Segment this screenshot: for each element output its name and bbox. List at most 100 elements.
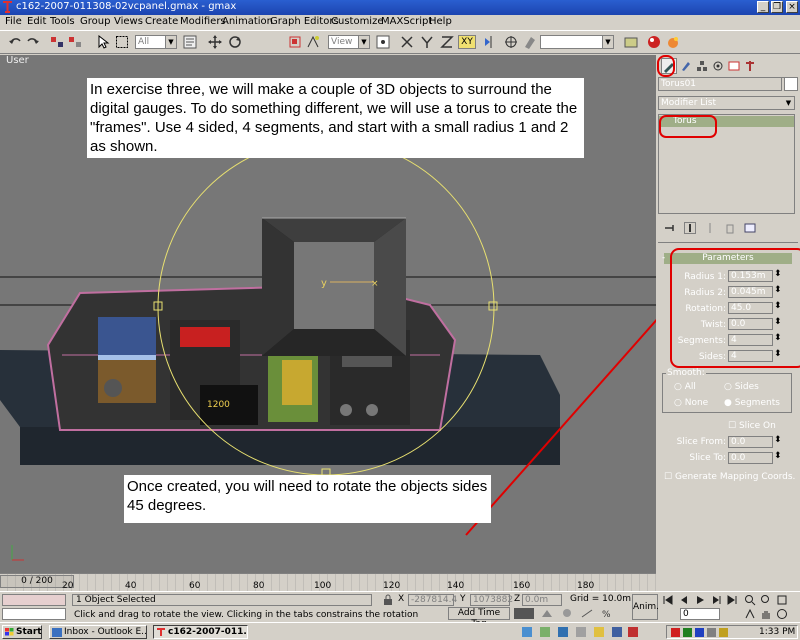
restore-button[interactable]: ❐ <box>771 1 783 13</box>
menu-views[interactable]: Views <box>114 16 143 27</box>
menu-maxscript[interactable]: MAXScript <box>381 16 432 27</box>
zoom-icon[interactable] <box>744 594 756 606</box>
z-coord-field[interactable]: 0.0m <box>522 594 562 606</box>
utilities-tab-icon[interactable] <box>744 60 756 72</box>
menu-edit[interactable]: Edit <box>27 16 46 27</box>
generate-mapping-checkbox[interactable]: ☐ Generate Mapping Coords. <box>664 472 795 482</box>
taskbar-item-gmax[interactable]: c162-2007-011... <box>153 625 248 639</box>
zoom-all-icon[interactable] <box>760 594 772 606</box>
goto-end-icon[interactable] <box>726 594 738 606</box>
tray-icon-5[interactable] <box>594 627 604 637</box>
menu-group[interactable]: Group <box>80 16 110 27</box>
close-button[interactable]: × <box>786 1 798 13</box>
maxscript-listener-input[interactable] <box>2 608 66 620</box>
rollout-collapse-icon[interactable]: - <box>662 253 665 263</box>
tray-icon-misc[interactable] <box>719 628 728 637</box>
tray-icon-alert[interactable] <box>671 628 680 637</box>
pin-stack-icon[interactable] <box>664 222 676 234</box>
modifier-list-dropdown[interactable]: Modifier List ▼ <box>658 96 795 110</box>
lock-selection-icon[interactable] <box>382 594 394 606</box>
tray-icon-7[interactable] <box>628 627 638 637</box>
smooth-sides-radio[interactable]: ○ Sides <box>724 382 759 392</box>
menu-graph-editors[interactable]: Graph Editors <box>270 16 339 27</box>
menu-file[interactable]: File <box>5 16 22 27</box>
rectangular-selection-icon[interactable] <box>115 35 129 49</box>
render-scene-icon[interactable] <box>647 35 661 49</box>
field-of-view-icon[interactable] <box>744 608 756 620</box>
configure-modifier-sets-icon[interactable] <box>744 222 756 234</box>
y-coord-field[interactable]: 1073882 <box>470 594 513 606</box>
start-button[interactable]: Start <box>2 625 42 639</box>
scale-icon[interactable] <box>288 35 302 49</box>
add-time-tag-button[interactable]: Add Time Tag <box>448 607 510 629</box>
select-object-icon[interactable] <box>96 34 110 49</box>
display-tab-icon[interactable] <box>728 60 740 72</box>
mirror-icon[interactable] <box>306 35 320 49</box>
create-tab-icon[interactable] <box>680 60 692 72</box>
pivot-center-icon[interactable] <box>376 35 390 49</box>
restrict-x-icon[interactable] <box>400 35 414 49</box>
menu-create[interactable]: Create <box>145 16 178 27</box>
slice-to-spinner-icon[interactable]: ⬍ <box>774 451 782 461</box>
mirror-selected-icon[interactable] <box>484 35 498 49</box>
tray-icon-2[interactable] <box>540 627 550 637</box>
snap-toggle-icon[interactable] <box>523 35 537 49</box>
gmax-app-icon[interactable] <box>2 1 13 13</box>
zoom-extents-icon[interactable] <box>776 594 788 606</box>
select-and-link-icon[interactable] <box>50 35 64 49</box>
undo-icon[interactable] <box>8 35 22 49</box>
goto-start-icon[interactable] <box>662 594 674 606</box>
redo-icon[interactable] <box>26 35 40 49</box>
object-name-field[interactable]: Torus01 <box>658 77 782 91</box>
tray-icon-1[interactable] <box>522 627 532 637</box>
track-bar[interactable]: 20 40 60 80 100 120 140 160 180 <box>0 574 656 591</box>
object-color-swatch[interactable] <box>784 77 798 91</box>
remove-modifier-icon[interactable] <box>724 222 736 234</box>
slice-to-field[interactable]: 0.0 <box>728 452 773 464</box>
slice-from-field[interactable]: 0.0 <box>728 436 773 448</box>
quick-render-icon[interactable] <box>666 35 680 49</box>
menu-animation[interactable]: Animation <box>222 16 273 27</box>
slice-on-checkbox[interactable]: ☐ Slice On <box>728 421 776 431</box>
menu-tools[interactable]: Tools <box>50 16 75 27</box>
smooth-none-radio[interactable]: ○ None <box>674 398 708 408</box>
tray-icon-6[interactable] <box>612 627 622 637</box>
align-icon[interactable] <box>504 35 518 49</box>
restrict-xy-button[interactable]: XY <box>458 35 476 49</box>
menu-modifiers[interactable]: Modifiers <box>180 16 226 27</box>
snap-angle-icon[interactable] <box>580 608 594 619</box>
pan-view-icon[interactable] <box>560 608 574 619</box>
tray-icon-volume[interactable] <box>707 628 716 637</box>
show-end-result-icon[interactable] <box>684 222 696 234</box>
previous-frame-icon[interactable] <box>678 594 690 606</box>
select-and-rotate-icon[interactable] <box>228 35 242 49</box>
viewport-user[interactable]: User 1200 y × In exercise three, we will… <box>0 55 656 573</box>
play-icon[interactable] <box>694 594 706 606</box>
select-and-move-icon[interactable] <box>208 35 222 49</box>
percent-snap-icon[interactable]: % <box>600 608 614 620</box>
taskbar-item-outlook[interactable]: Inbox - Outlook E... <box>49 625 147 639</box>
maxscript-listener[interactable] <box>2 594 66 606</box>
snapshot-icon[interactable] <box>624 35 638 49</box>
current-frame-field[interactable]: 0 <box>680 608 720 620</box>
smooth-segments-radio[interactable]: ● Segments <box>724 398 780 408</box>
menu-customize[interactable]: Customize <box>331 16 384 27</box>
named-selection-dropdown[interactable]: ▼ <box>540 35 614 49</box>
slice-from-spinner-icon[interactable]: ⬍ <box>774 435 782 445</box>
reference-coord-dropdown[interactable]: View ▼ <box>328 35 370 49</box>
next-frame-icon[interactable] <box>710 594 722 606</box>
hierarchy-tab-icon[interactable] <box>696 60 708 72</box>
restrict-z-icon[interactable] <box>440 35 454 49</box>
tray-icon-4[interactable] <box>576 627 586 637</box>
make-unique-icon[interactable] <box>704 222 716 234</box>
restrict-y-icon[interactable] <box>420 35 434 49</box>
tray-icon-3[interactable] <box>558 627 568 637</box>
pan-hand-icon[interactable] <box>760 608 772 620</box>
smooth-all-radio[interactable]: ○ All <box>674 382 696 392</box>
key-mode-icon[interactable] <box>540 608 554 619</box>
arc-rotate-icon[interactable] <box>776 608 788 620</box>
menu-help[interactable]: Help <box>429 16 452 27</box>
tray-icon-shield[interactable] <box>695 628 704 637</box>
time-tag-icon[interactable] <box>514 608 534 619</box>
minimize-button[interactable]: _ <box>757 1 769 13</box>
